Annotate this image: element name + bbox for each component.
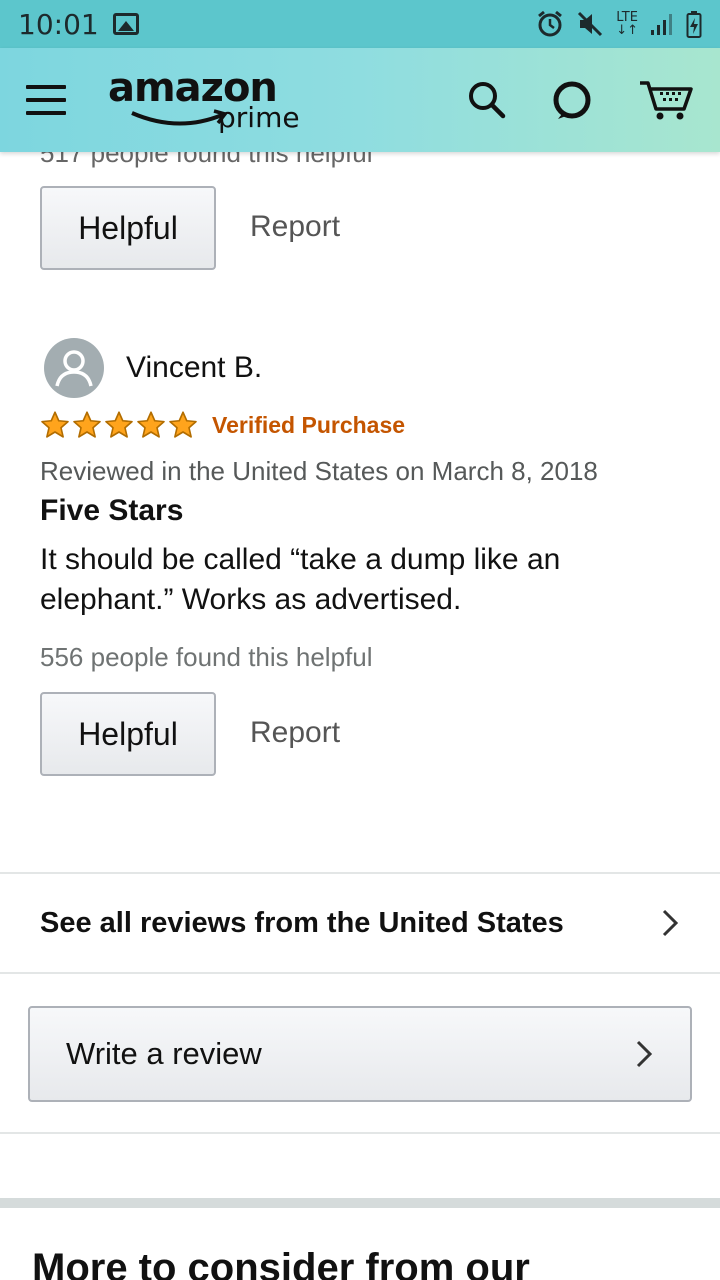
signal-icon [650,12,674,36]
write-review-button[interactable]: Write a review [28,1006,692,1102]
see-all-reviews-link[interactable]: See all reviews from the United States [0,874,720,972]
star-icon [41,411,69,438]
user-icon [55,350,93,387]
reviews-content[interactable]: 517 people found this helpful Helpful Re… [0,152,720,1280]
cart-icon[interactable] [638,79,694,121]
alexa-icon[interactable] [552,80,592,120]
previous-helpful-count: 517 people found this helpful [40,152,373,168]
section-separator [0,1198,720,1208]
alarm-icon [536,10,564,38]
status-icons: LTE ↓↑ [536,10,702,38]
search-icon[interactable] [468,81,506,119]
avatar [44,338,104,398]
app-header: amazon prime [0,48,720,152]
review-body-line: It should be called “take a dump like an [40,543,561,576]
reviewer: Vincent B. [44,338,262,398]
star-rating[interactable] [40,410,198,440]
status-time: 10:01 [18,7,99,41]
more-to-consider-heading: More to consider from our [32,1246,530,1280]
chevron-right-icon [660,908,680,938]
helpful-count: 556 people found this helpful [40,642,373,672]
see-all-reviews-label: See all reviews from the United States [40,906,564,939]
reviewer-name: Vincent B. [126,351,263,384]
helpful-button[interactable]: Helpful [40,186,216,270]
divider [0,972,720,974]
helpful-button[interactable]: Helpful [40,692,216,776]
review-body: It should be called “take a dump like an… [40,540,680,620]
status-bar: 10:01 LTE ↓↑ [0,0,720,48]
star-icon [105,411,133,438]
rating-row: Verified Purchase [40,410,405,440]
write-review-label: Write a review [66,1036,262,1071]
report-link[interactable]: Report [250,716,340,750]
report-link[interactable]: Report [250,210,340,244]
verified-purchase-badge: Verified Purchase [212,411,406,438]
chevron-right-icon [634,1039,654,1069]
logo-smile-icon [131,109,228,126]
review-body-line: elephant.” Works as advertised. [40,583,462,616]
mute-icon [576,10,604,38]
amazon-prime-logo[interactable]: amazon prime [108,65,308,135]
star-icon [169,411,197,438]
divider [0,1132,720,1134]
menu-icon[interactable] [26,85,66,115]
lte-icon: LTE ↓↑ [616,11,638,37]
data-arrows: ↓↑ [616,23,638,38]
star-icon [137,411,165,438]
battery-charging-icon [686,10,702,38]
star-icon [73,411,101,438]
image-icon [112,13,139,35]
review-title: Five Stars [40,494,184,527]
header-actions [468,79,694,121]
logo-prime: prime [218,101,300,134]
review-date: Reviewed in the United States on March 8… [40,456,598,486]
